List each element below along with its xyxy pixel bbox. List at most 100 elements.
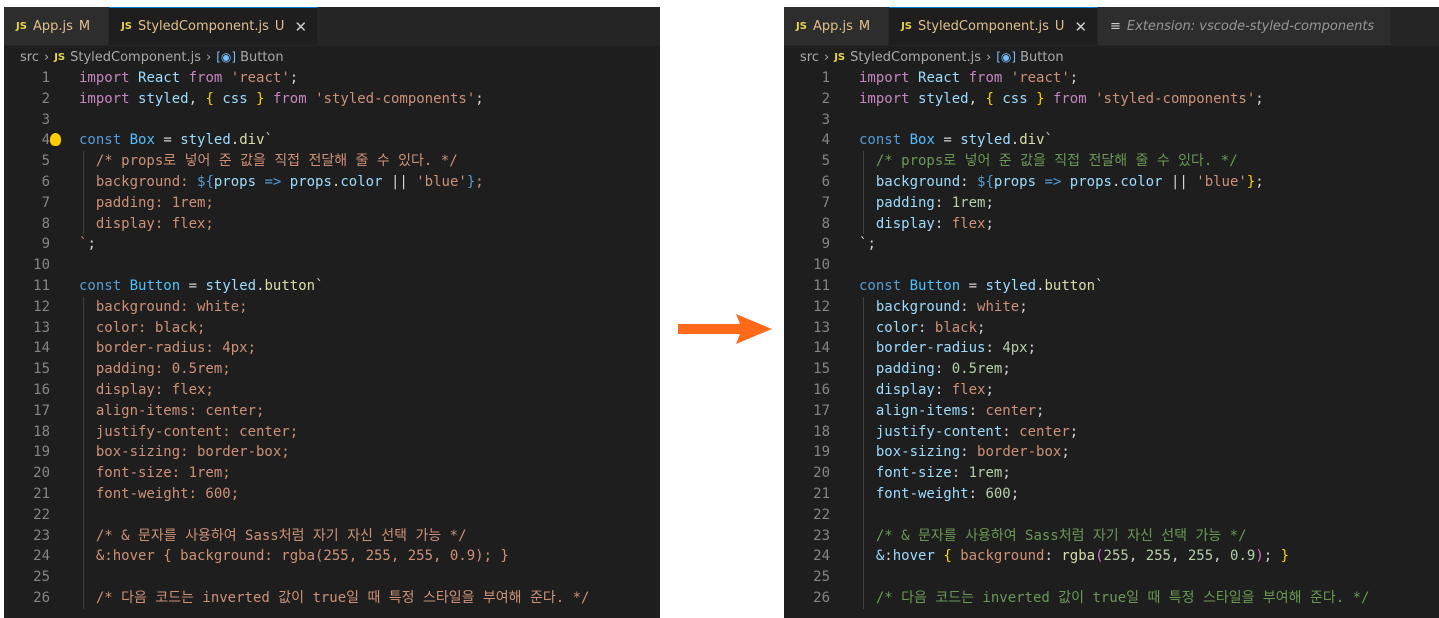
code-text: /* props로 넣어 준 값을 직접 전달해 줄 수 있다. */ xyxy=(50,151,660,172)
code-line: 13 color: black; xyxy=(784,317,1439,339)
code-line: 4 const Box = styled.div` xyxy=(784,130,1439,151)
code-text: /* & 문자를 사용하여 Sass처럼 자기 자신 선택 가능 */ xyxy=(50,525,660,547)
code-text: color: black; xyxy=(830,317,1439,339)
git-status-badge: M xyxy=(78,18,91,34)
line-number: 18 xyxy=(813,423,830,440)
tab-styledcomponent-js[interactable]: JS StyledComponent.js U ✕ xyxy=(889,7,1099,45)
line-number: 17 xyxy=(33,402,50,419)
breadcrumb-symbol[interactable]: Button xyxy=(1020,50,1064,65)
javascript-file-icon: JS xyxy=(16,20,27,32)
breadcrumb-file[interactable]: StyledComponent.js xyxy=(850,50,981,65)
code-text: display: flex; xyxy=(50,213,660,235)
breadcrumb: src › JS StyledComponent.js › [◉] Button xyxy=(784,46,1439,68)
code-text: background: ${props => props.color || 'b… xyxy=(50,171,660,193)
tab-extension-preview[interactable]: ≡ Extension: vscode-styled-components xyxy=(1098,7,1392,45)
indent-guide xyxy=(863,151,864,172)
code-editor[interactable]: 1 import React from 'react'; 2 import style… xyxy=(4,68,660,609)
code-line: 21 font-weight: 600; xyxy=(4,483,660,505)
chevron-right-icon: › xyxy=(206,49,212,65)
tab-app-js[interactable]: JS App.js M xyxy=(4,7,110,45)
lightbulb-icon[interactable] xyxy=(50,133,61,147)
line-number: 5 xyxy=(821,153,830,170)
code-line: 25 xyxy=(4,567,660,588)
code-line: 11 const Button = styled.button` xyxy=(4,276,660,297)
indent-guide xyxy=(83,567,84,588)
javascript-file-icon: JS xyxy=(121,21,133,32)
indent-guide xyxy=(83,587,84,609)
code-text: justify-content: center; xyxy=(50,421,660,443)
code-text: border-radius: 4px; xyxy=(830,338,1439,360)
javascript-file-icon: JS xyxy=(834,51,846,63)
line-number: 1 xyxy=(41,70,50,86)
line-number: 25 xyxy=(33,569,50,586)
code-text: /* 다음 코드는 inverted 값이 true일 때 특정 스타일을 부여… xyxy=(830,587,1439,609)
indent-guide xyxy=(863,171,864,193)
code-line: 6 background: ${props => props.color || … xyxy=(784,171,1439,193)
code-text: padding: 0.5rem; xyxy=(50,359,660,380)
close-icon[interactable]: ✕ xyxy=(1074,18,1087,36)
code-text: import styled, { css } from 'styled-comp… xyxy=(859,90,1264,107)
code-line: 25 xyxy=(784,567,1439,588)
breadcrumb-folder[interactable]: src xyxy=(800,50,819,65)
close-icon[interactable]: ✕ xyxy=(294,18,307,36)
line-number: 4 xyxy=(821,132,830,149)
tab-app-js[interactable]: JS App.js M xyxy=(784,7,890,45)
code-line: 7 padding: 1rem; xyxy=(784,192,1439,214)
line-number: 12 xyxy=(813,298,830,315)
code-line: 11 const Button = styled.button` xyxy=(784,276,1439,297)
tab-styledcomponent-js[interactable]: JS StyledComponent.js U ✕ xyxy=(109,7,319,45)
indent-guide xyxy=(863,504,864,526)
tab-bar: JS App.js M JS StyledComponent.js U ✕ ≡ Extensio… xyxy=(784,7,1439,46)
symbol-variable-icon: [◉] xyxy=(996,50,1017,64)
line-number: 25 xyxy=(813,569,830,586)
code-line: 2 import styled, { css } from 'styled-com… xyxy=(784,89,1439,110)
breadcrumb-file[interactable]: StyledComponent.js xyxy=(70,50,201,65)
code-line: 15 padding: 0.5rem; xyxy=(4,359,660,380)
indent-guide xyxy=(83,421,84,443)
code-text: /* props로 넣어 준 값을 직접 전달해 줄 수 있다. */ xyxy=(830,151,1439,172)
line-number: 7 xyxy=(41,194,50,211)
indent-guide xyxy=(83,483,84,505)
line-number: 2 xyxy=(821,90,830,107)
indent-guide xyxy=(863,379,864,401)
code-line: 17 align-items: center; xyxy=(4,400,660,422)
chevron-right-icon: › xyxy=(986,49,992,65)
code-line: 19 box-sizing: border-box; xyxy=(4,442,660,464)
code-text: const Box = styled.div` xyxy=(50,130,660,151)
code-line: 18 justify-content: center; xyxy=(4,421,660,443)
line-number: 12 xyxy=(33,298,50,315)
indent-guide xyxy=(83,504,84,526)
tab-label: StyledComponent.js xyxy=(918,19,1049,34)
code-line: 19 box-sizing: border-box; xyxy=(784,442,1439,464)
line-number: 24 xyxy=(33,548,50,565)
line-number: 1 xyxy=(821,70,830,86)
code-line: 14 border-radius: 4px; xyxy=(784,338,1439,360)
indent-guide xyxy=(83,463,84,484)
code-text: box-sizing: border-box; xyxy=(50,442,660,464)
line-number: 8 xyxy=(41,215,50,232)
line-number: 10 xyxy=(33,257,50,274)
line-number: 21 xyxy=(33,485,50,502)
breadcrumb-symbol[interactable]: Button xyxy=(240,50,284,65)
code-line: 17 align-items: center; xyxy=(784,400,1439,422)
line-number: 3 xyxy=(821,111,830,128)
indent-guide xyxy=(863,400,864,422)
code-text: padding: 1rem; xyxy=(50,192,660,214)
symbol-variable-icon: [◉] xyxy=(216,50,237,64)
code-line: 8 display: flex; xyxy=(784,213,1439,235)
line-number: 20 xyxy=(813,465,830,482)
code-text xyxy=(50,504,660,526)
code-text: background: white; xyxy=(50,296,660,318)
code-text: font-weight: 600; xyxy=(50,483,660,505)
line-number: 16 xyxy=(33,381,50,398)
breadcrumb-folder[interactable]: src xyxy=(20,50,39,65)
code-text: &:hover { background: rgba(255, 255, 255… xyxy=(50,546,660,568)
code-line: 2 import styled, { css } from 'styled-com… xyxy=(4,89,660,110)
code-editor[interactable]: 1 import React from 'react'; 2 import style… xyxy=(784,68,1439,609)
indent-guide xyxy=(83,192,84,214)
line-number: 26 xyxy=(813,589,830,606)
